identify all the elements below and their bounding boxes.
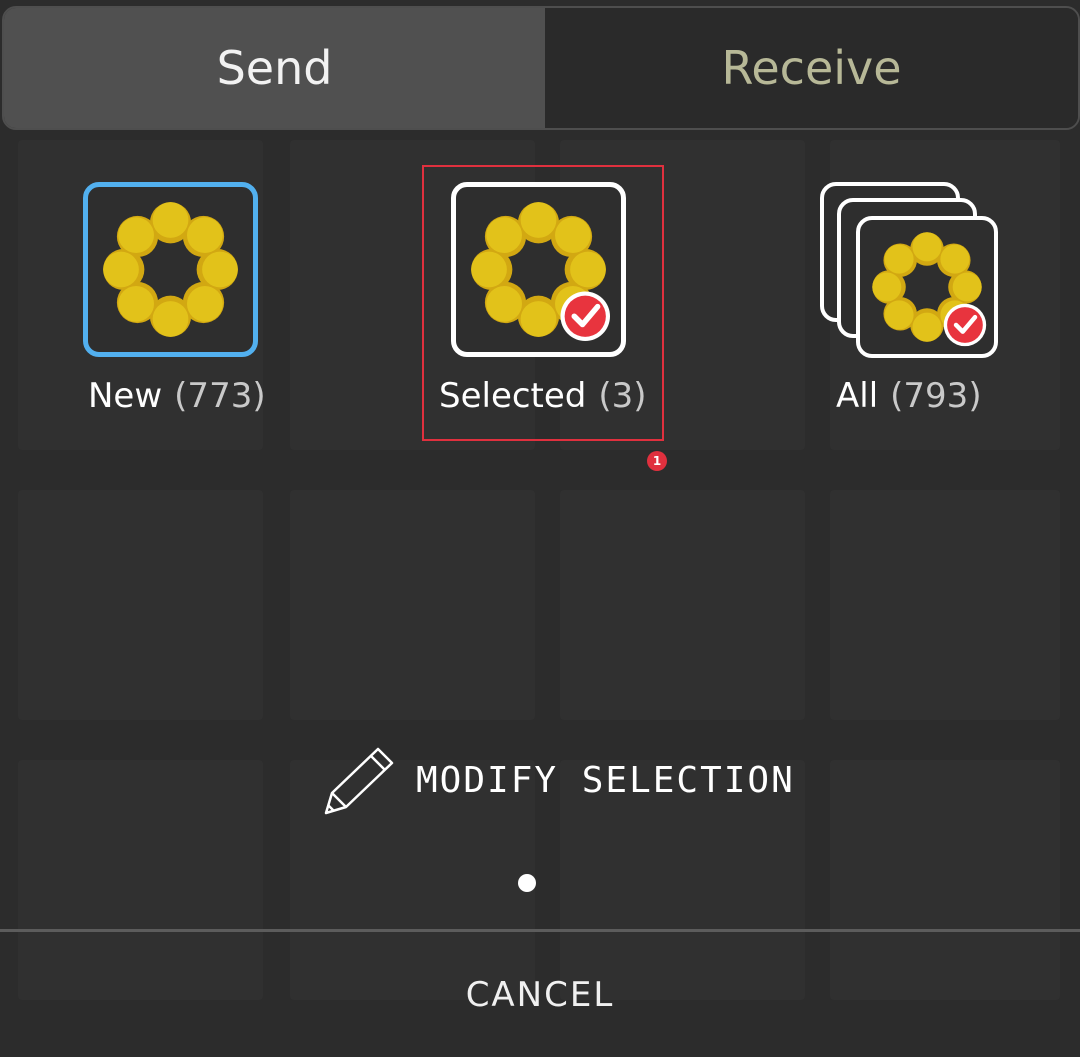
option-all-name: All	[836, 376, 879, 416]
option-new[interactable]: New (773)	[80, 180, 280, 420]
option-new-count: (773)	[174, 376, 266, 416]
option-new-name: New	[88, 376, 163, 416]
annotation-marker: 1	[647, 451, 667, 471]
option-all[interactable]: All (793)	[820, 180, 1020, 420]
option-selected-name: Selected	[439, 376, 587, 416]
option-selected-label: Selected (3)	[439, 376, 647, 416]
pencil-icon	[324, 747, 394, 815]
sunflower-icon	[83, 182, 258, 357]
modify-selection-button[interactable]: MODIFY SELECTION	[318, 740, 795, 820]
background-thumbnails	[0, 0, 1080, 1057]
tab-send[interactable]: Send	[4, 8, 545, 128]
option-selected-count: (3)	[598, 376, 647, 416]
modify-selection-label: MODIFY SELECTION	[416, 759, 795, 801]
option-all-count: (793)	[890, 376, 982, 416]
page-indicator-dot	[518, 874, 536, 892]
sunflower-stack-check-icon	[856, 216, 998, 358]
option-all-label: All (793)	[836, 376, 982, 416]
option-selected[interactable]: Selected (3)	[436, 180, 656, 420]
sunflower-check-icon	[451, 182, 626, 357]
option-new-label: New (773)	[88, 376, 266, 416]
tab-receive[interactable]: Receive	[545, 8, 1078, 128]
cancel-button[interactable]: CANCEL	[0, 932, 1080, 1057]
send-receive-tabs: Send Receive	[2, 6, 1080, 130]
